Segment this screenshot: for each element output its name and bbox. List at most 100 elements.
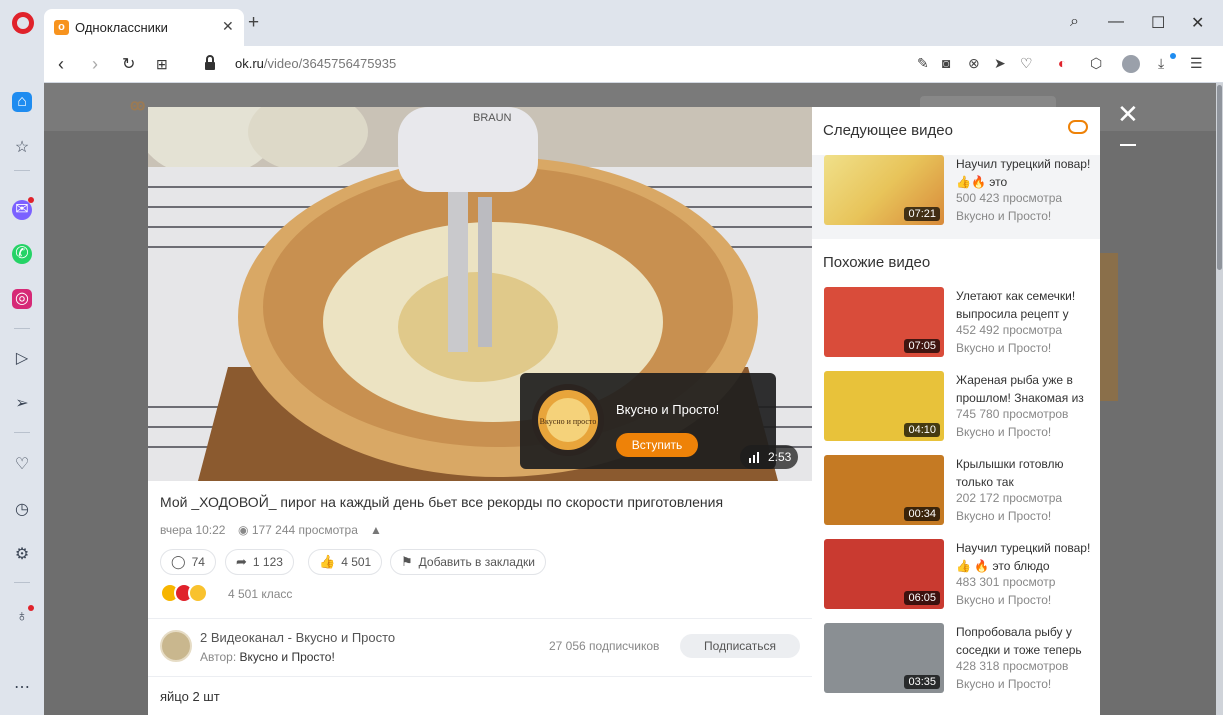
thumbnail-duration: 04:10 <box>904 423 940 437</box>
download-icon[interactable]: ⤓ <box>1158 55 1164 72</box>
shares-count: 1 123 <box>252 555 283 569</box>
share-button[interactable]: ➦ 1 123 <box>225 549 294 575</box>
tab-title: Одноклассники <box>75 20 168 35</box>
cube-icon[interactable]: ⬡ <box>1090 55 1102 72</box>
comment-icon: ◯ <box>171 554 186 569</box>
search-tabs-icon[interactable]: ⌕ <box>1070 13 1079 31</box>
laugh-reaction-icon <box>188 583 208 603</box>
join-button[interactable]: Вступить <box>616 433 698 457</box>
page-scrollbar[interactable] <box>1216 83 1223 715</box>
send-icon[interactable]: ➤ <box>994 55 1006 72</box>
next-video-card[interactable]: 07:21 Научил турецкий повар! 👍🔥 это 500 … <box>812 155 1100 239</box>
history-icon[interactable]: ◷ <box>12 500 32 520</box>
video-thumbnail[interactable]: 07:05 <box>824 287 944 357</box>
heart-icon[interactable]: ♡ <box>12 455 32 475</box>
channel-title[interactable]: 2 Видеоканал - Вкусно и Просто <box>200 630 395 645</box>
send-icon[interactable]: ➢ <box>12 394 32 414</box>
author-name[interactable]: Вкусно и Просто! <box>240 650 335 664</box>
bookmark-button[interactable]: ⚑ Добавить в закладки <box>390 549 546 575</box>
channel-logo[interactable]: Вкусно и просто <box>532 384 604 456</box>
reactions[interactable] <box>160 583 216 603</box>
minimize-icon[interactable]: — <box>1108 13 1124 31</box>
close-modal-icon[interactable]: ✕ <box>1117 101 1139 127</box>
video-card-title[interactable]: Научил турецкий повар! 👍 🔥 это блюдо <box>956 539 1092 575</box>
video-card[interactable]: 06:05 Научил турецкий повар! 👍 🔥 это блю… <box>812 539 1100 623</box>
easy-setup-icon[interactable]: ☰ <box>1190 55 1203 72</box>
browser-tab[interactable]: о Одноклассники ✕ <box>44 9 244 46</box>
scroll-thumb[interactable] <box>1217 85 1222 270</box>
player-icon[interactable]: ▷ <box>12 349 32 369</box>
divider <box>148 676 812 677</box>
video-card-views: 500 423 просмотра <box>956 191 1063 205</box>
video-card-channel[interactable]: Вкусно и Просто! <box>956 209 1051 223</box>
video-thumbnail[interactable]: 07:21 <box>824 155 944 225</box>
maximize-icon[interactable]: ☐ <box>1151 13 1165 33</box>
autoplay-loop-icon[interactable] <box>1068 120 1088 134</box>
video-card-title[interactable]: Жареная рыба уже в прошлом! Знакомая из <box>956 371 1092 407</box>
home-icon[interactable]: ⌂ <box>12 92 32 112</box>
messenger-icon[interactable]: ✉ <box>12 200 32 220</box>
settings-icon[interactable]: ⚙ <box>12 545 32 565</box>
subscribers-count: 27 056 подписчиков <box>549 639 660 653</box>
video-time: вчера 10:22 <box>160 523 226 537</box>
url-field[interactable]: ok.ru/video/3645756475935 <box>235 56 396 71</box>
video-thumbnail[interactable]: 04:10 <box>824 371 944 441</box>
close-window-icon[interactable]: ✕ <box>1191 13 1204 33</box>
profile-avatar[interactable] <box>1122 55 1140 73</box>
video-card-channel[interactable]: Вкусно и Просто! <box>956 677 1051 691</box>
new-tab-icon[interactable]: + <box>248 13 259 32</box>
video-card[interactable]: 04:10 Жареная рыба уже в прошлом! Знаком… <box>812 371 1100 455</box>
video-card[interactable]: 00:34 Крылышки готовлю только так 202 17… <box>812 455 1100 539</box>
video-thumbnail[interactable]: 00:34 <box>824 455 944 525</box>
mixer-brand-text: BRAUN <box>473 112 512 124</box>
tabs-grid-icon[interactable]: ⊞ <box>156 56 168 73</box>
instagram-icon[interactable]: ◎ <box>12 289 32 309</box>
edit-icon[interactable]: ✎ <box>917 55 929 72</box>
camera-icon[interactable]: ◙ <box>942 55 950 71</box>
popup-channel-name[interactable]: Вкусно и Просто! <box>616 402 719 417</box>
author-label: Автор: <box>200 650 237 664</box>
report-icon[interactable]: ▲ <box>370 523 382 537</box>
comments-button[interactable]: ◯ 74 <box>160 549 216 575</box>
video-card[interactable]: 03:35 Попробовала рыбу у соседки и тоже … <box>812 623 1100 707</box>
forward-icon[interactable]: › <box>92 54 98 75</box>
stats-icon <box>749 452 759 463</box>
whatsapp-icon[interactable]: ✆ <box>12 244 32 264</box>
star-icon[interactable]: ☆ <box>12 138 32 158</box>
duration-badge: 2:53 <box>740 445 798 469</box>
adblock-icon[interactable]: ⊗ <box>968 55 980 72</box>
heart-icon[interactable]: ♡ <box>1020 55 1033 72</box>
video-card-title[interactable]: Улетают как семечки! выпросила рецепт у <box>956 287 1092 323</box>
similar-videos-heading: Похожие видео <box>823 254 931 271</box>
messenger-badge <box>28 197 34 203</box>
video-card[interactable]: 07:05 Улетают как семечки! выпросила рец… <box>812 287 1100 371</box>
thumbnail-duration: 07:21 <box>904 207 940 221</box>
eye-icon: ◉ <box>238 523 252 537</box>
video-card-channel[interactable]: Вкусно и Просто! <box>956 425 1051 439</box>
video-thumbnail[interactable]: 03:35 <box>824 623 944 693</box>
video-card-channel[interactable]: Вкусно и Просто! <box>956 341 1051 355</box>
more-icon[interactable]: ⋯ <box>12 678 32 698</box>
video-card-channel[interactable]: Вкусно и Просто! <box>956 509 1051 523</box>
channel-popup: Вкусно и просто Вкусно и Просто! Вступит… <box>520 373 776 469</box>
subscribe-button[interactable]: Подписаться <box>680 634 800 658</box>
sidebar-divider <box>14 328 30 329</box>
divider <box>148 618 812 619</box>
minimize-modal-icon[interactable] <box>1120 144 1136 146</box>
tab-close-icon[interactable]: ✕ <box>222 18 234 35</box>
video-card-title[interactable]: Попробовала рыбу у соседки и тоже теперь <box>956 623 1092 659</box>
vpn-icon[interactable]: ◐ <box>1058 55 1066 71</box>
video-card-title[interactable]: Научил турецкий повар! 👍🔥 это <box>956 155 1092 191</box>
opera-logo-icon[interactable] <box>12 12 34 34</box>
channel-avatar[interactable] <box>160 630 192 662</box>
back-icon[interactable]: ‹ <box>58 54 64 75</box>
video-thumbnail[interactable]: 06:05 <box>824 539 944 609</box>
ok-logo-icon: ꙭ <box>130 97 146 114</box>
video-card-title[interactable]: Крылышки готовлю только так <box>956 455 1092 491</box>
video-info-panel: Мой _ХОДОВОЙ_ пирог на каждый день бьет … <box>148 481 812 715</box>
video-card-views: 428 318 просмотров <box>956 659 1069 673</box>
thumbnail-duration: 03:35 <box>904 675 940 689</box>
like-button[interactable]: 👍 4 501 <box>308 549 383 575</box>
reload-icon[interactable]: ↻ <box>122 54 135 74</box>
video-card-channel[interactable]: Вкусно и Просто! <box>956 593 1051 607</box>
